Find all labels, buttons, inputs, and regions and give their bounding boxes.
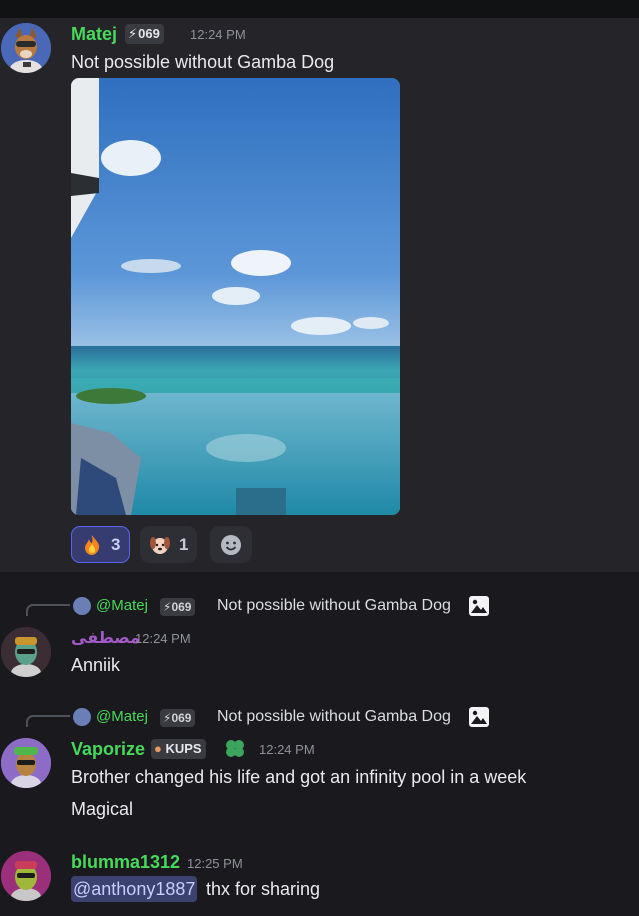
guild-tag[interactable]: ● KUPS xyxy=(151,739,206,759)
bolt-icon: ⚡ xyxy=(128,26,138,41)
username[interactable]: Matej xyxy=(71,24,117,45)
guild-tag[interactable]: ⚡069 xyxy=(125,24,164,44)
dog-face-icon xyxy=(150,536,170,554)
username[interactable]: مصطفى xyxy=(71,628,140,648)
timestamp: 12:24 PM xyxy=(259,742,315,757)
reply-avatar[interactable] xyxy=(73,597,91,615)
message-text: Brother changed his life and got an infi… xyxy=(71,767,527,787)
fire-icon xyxy=(85,534,100,555)
reply-preview-text[interactable]: Not possible without Gamba Dog xyxy=(217,597,451,615)
reply-spine xyxy=(26,604,70,616)
clover-icon xyxy=(224,738,246,760)
reaction-fire[interactable]: 3 xyxy=(71,526,131,563)
message-text: Not possible without Gamba Dog xyxy=(71,52,335,72)
reply-username[interactable]: @Matej xyxy=(96,597,148,614)
reply-username[interactable]: @Matej xyxy=(96,708,148,725)
reply-guild-tag: ⚡069 xyxy=(160,709,196,727)
image-icon xyxy=(469,596,489,616)
avatar[interactable] xyxy=(1,23,51,73)
reply-avatar[interactable] xyxy=(73,708,91,726)
avatar[interactable] xyxy=(1,851,51,901)
avatar[interactable] xyxy=(1,627,51,677)
reply-preview-text[interactable]: Not possible without Gamba Dog xyxy=(217,708,451,726)
top-strip xyxy=(0,0,639,18)
reply-spine xyxy=(26,715,70,727)
smiley-icon xyxy=(221,534,241,555)
username[interactable]: Vaporize xyxy=(71,739,145,760)
image-attachment[interactable] xyxy=(71,78,400,515)
message-text-2: Magical xyxy=(71,799,134,819)
user-mention[interactable]: @anthony1887 xyxy=(71,876,198,902)
username[interactable]: blumma1312 xyxy=(71,852,180,873)
avatar[interactable] xyxy=(1,738,51,788)
reaction-dog-face[interactable]: 1 xyxy=(140,526,198,563)
message-text: Anniik xyxy=(71,655,121,675)
timestamp: 12:24 PM xyxy=(135,631,191,646)
add-reaction-button[interactable] xyxy=(210,526,252,563)
onion-icon: ● xyxy=(154,741,162,756)
timestamp: 12:24 PM xyxy=(190,27,246,42)
image-icon xyxy=(469,707,489,727)
timestamp: 12:25 PM xyxy=(187,856,243,871)
reply-guild-tag: ⚡069 xyxy=(160,598,196,616)
message-text: thx for sharing xyxy=(206,879,321,899)
